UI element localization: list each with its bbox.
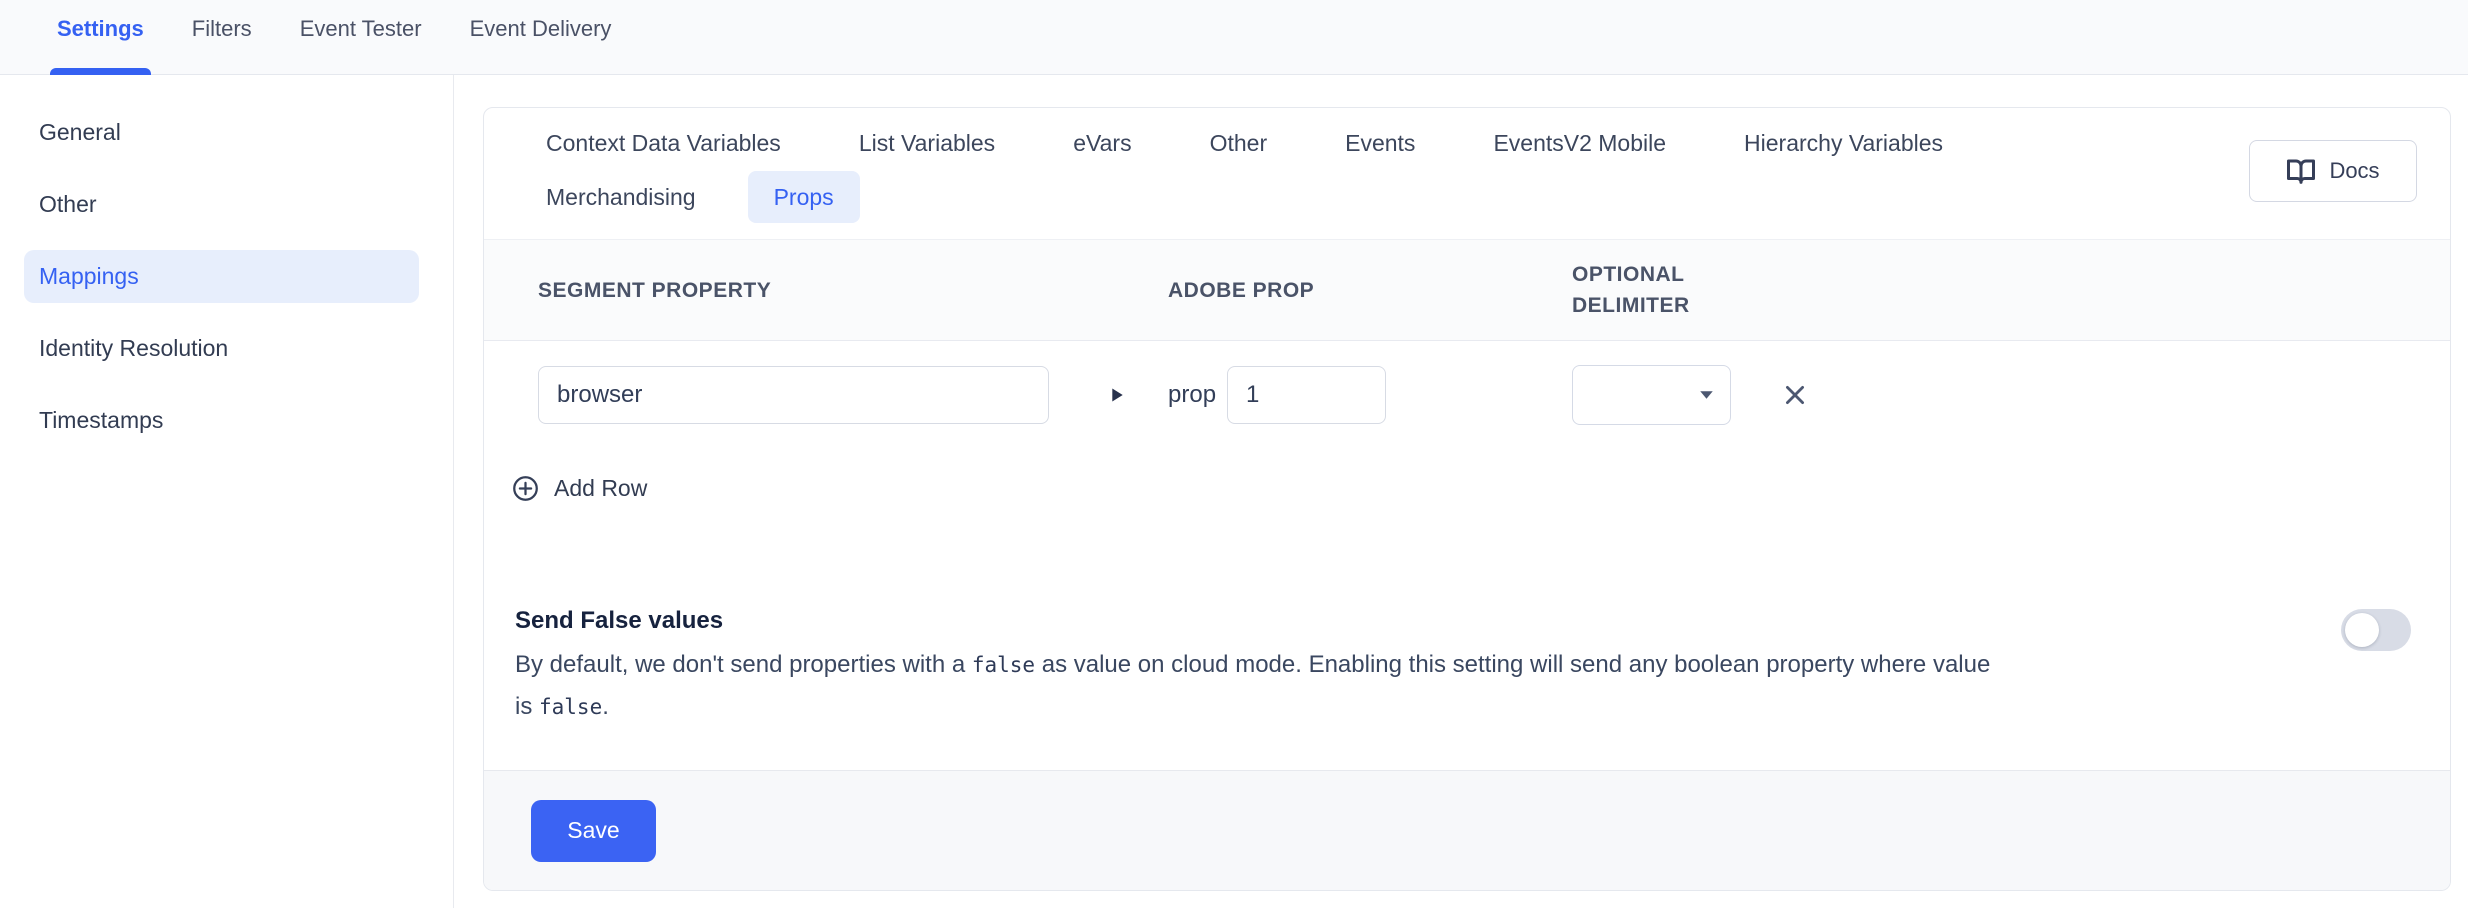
send-false-text: Send False values By default, we don't s… [515, 607, 1990, 728]
mapping-row: prop [484, 365, 2450, 425]
sidebar-item-identity-resolution[interactable]: Identity Resolution [24, 322, 419, 375]
send-false-toggle[interactable] [2341, 609, 2411, 651]
top-tab-event-tester[interactable]: Event Tester [300, 16, 422, 75]
column-header-segment-property: SEGMENT PROPERTY [538, 275, 1168, 306]
var-tab-context-data-variables[interactable]: Context Data Variables [520, 117, 807, 169]
docs-button[interactable]: Docs [2249, 140, 2417, 202]
top-nav: Settings Filters Event Tester Event Deli… [0, 0, 2468, 75]
book-open-icon [2286, 156, 2316, 186]
top-tab-filters[interactable]: Filters [192, 16, 252, 75]
arrow-right-icon [1111, 387, 1124, 403]
table-header-row: SEGMENT PROPERTY ADOBE PROP OPTIONAL DEL… [484, 239, 2450, 341]
var-tab-other[interactable]: Other [1184, 117, 1294, 169]
var-tab-events[interactable]: Events [1319, 117, 1441, 169]
send-false-section: Send False values By default, we don't s… [515, 607, 2411, 728]
description-text: By default, we don't send properties wit… [515, 651, 972, 678]
var-tab-hierarchy-variables[interactable]: Hierarchy Variables [1718, 117, 1969, 169]
var-tab-eventsv2-mobile[interactable]: EventsV2 Mobile [1467, 117, 1692, 169]
chevron-down-icon [1699, 390, 1714, 400]
add-row-button[interactable]: Add Row [512, 475, 2450, 502]
segment-property-cell [538, 366, 1168, 424]
send-false-description: By default, we don't send properties wit… [515, 644, 1990, 728]
delimiter-select[interactable] [1572, 365, 1731, 425]
column-header-adobe-prop: ADOBE PROP [1168, 275, 1572, 306]
var-tab-props[interactable]: Props [748, 171, 860, 223]
mappings-card: Context Data Variables List Variables eV… [483, 107, 2451, 891]
delimiter-cell [1572, 365, 1731, 425]
sidebar-item-general[interactable]: General [24, 106, 419, 159]
main-area: General Other Mappings Identity Resoluti… [0, 75, 2468, 908]
toggle-knob [2345, 613, 2379, 647]
sidebar-item-other[interactable]: Other [24, 178, 419, 231]
variable-tabs: Context Data Variables List Variables eV… [520, 117, 2140, 223]
var-tab-merchandising[interactable]: Merchandising [520, 171, 722, 223]
adobe-prop-number-input[interactable] [1227, 366, 1386, 424]
sidebar-item-timestamps[interactable]: Timestamps [24, 394, 419, 447]
variable-tabs-bar: Context Data Variables List Variables eV… [484, 108, 2450, 239]
page: Settings Filters Event Tester Event Deli… [0, 0, 2468, 908]
save-button[interactable]: Save [531, 800, 656, 862]
description-code: false [539, 695, 602, 719]
var-tab-evars[interactable]: eVars [1047, 117, 1157, 169]
var-tab-list-variables[interactable]: List Variables [833, 117, 1021, 169]
sidebar-item-mappings[interactable]: Mappings [24, 250, 419, 303]
description-code: false [972, 653, 1035, 677]
send-false-title: Send False values [515, 607, 1990, 635]
remove-row-button[interactable] [1782, 382, 1808, 408]
adobe-prop-cell: prop [1168, 366, 1572, 424]
content-area: Context Data Variables List Variables eV… [454, 75, 2468, 908]
card-footer: Save [484, 770, 2450, 890]
top-tab-event-delivery[interactable]: Event Delivery [470, 16, 612, 75]
plus-circle-icon [512, 475, 539, 502]
description-text: as value on cloud mode. Enabling this se… [1035, 651, 1990, 678]
add-row-label: Add Row [554, 475, 647, 502]
sidebar: General Other Mappings Identity Resoluti… [0, 75, 454, 908]
close-icon [1782, 382, 1808, 408]
description-text: . [602, 693, 609, 720]
top-tab-settings[interactable]: Settings [57, 16, 144, 75]
adobe-prop-prefix-label: prop [1168, 381, 1216, 409]
segment-property-input[interactable] [538, 366, 1049, 424]
description-text: is [515, 693, 539, 720]
docs-label: Docs [2329, 158, 2379, 184]
column-header-optional-delimiter: OPTIONAL DELIMITER [1572, 259, 1792, 321]
